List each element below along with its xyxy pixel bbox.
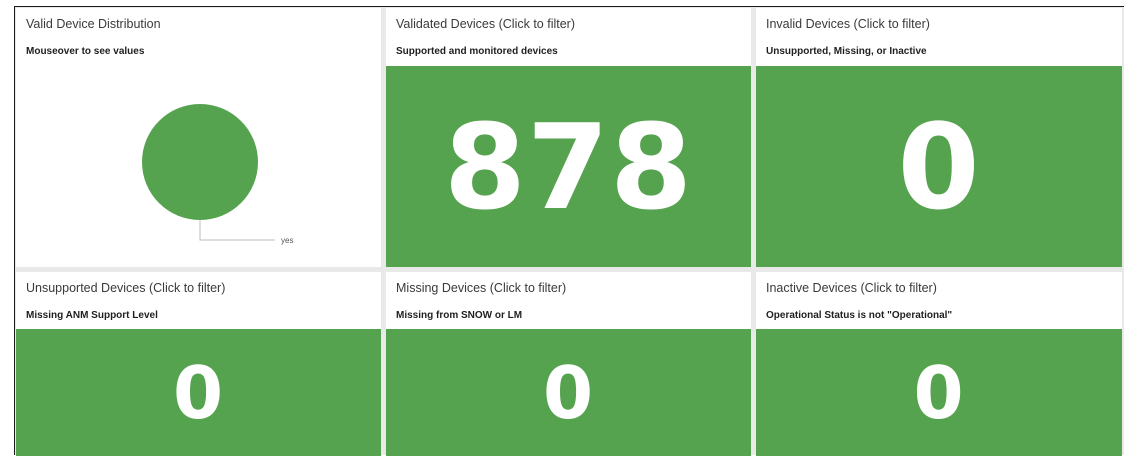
pie-chart: yes [142, 104, 293, 245]
dashboard: Valid Device Distribution Mouseover to s… [14, 6, 1124, 456]
panel-invalid-devices: Invalid Devices (Click to filter) Unsupp… [756, 8, 1122, 267]
panel-subtitle: Operational Status is not "Operational" [766, 310, 953, 321]
validated-devices-count: 878 [443, 97, 694, 236]
panel-title: Unsupported Devices (Click to filter) [26, 281, 226, 295]
panel-valid-device-distribution: Valid Device Distribution Mouseover to s… [16, 8, 381, 267]
missing-devices-tile[interactable]: 0 [386, 329, 751, 456]
panel-title: Validated Devices (Click to filter) [396, 17, 575, 31]
panel-title: Inactive Devices (Click to filter) [766, 281, 937, 295]
unsupported-devices-count: 0 [172, 350, 225, 435]
missing-devices-count: 0 [542, 350, 595, 435]
panel-subtitle: Supported and monitored devices [396, 46, 558, 57]
unsupported-devices-tile[interactable]: 0 [16, 329, 381, 456]
invalid-devices-tile[interactable]: 0 [756, 66, 1122, 267]
panel-title: Missing Devices (Click to filter) [396, 281, 567, 295]
validated-devices-tile[interactable]: 878 [386, 66, 751, 267]
panel-title: Valid Device Distribution [26, 17, 161, 31]
pie-leader-line [199, 220, 275, 241]
pie-legend-label-yes: yes [281, 236, 293, 245]
panel-subtitle: Unsupported, Missing, or Inactive [766, 46, 927, 57]
invalid-devices-count: 0 [897, 97, 981, 236]
panel-missing-devices: Missing Devices (Click to filter) Missin… [386, 272, 751, 456]
panel-unsupported-devices: Unsupported Devices (Click to filter) Mi… [16, 272, 381, 456]
inactive-devices-count: 0 [913, 350, 965, 435]
panel-title: Invalid Devices (Click to filter) [766, 17, 930, 31]
panel-inactive-devices: Inactive Devices (Click to filter) Opera… [756, 272, 1122, 456]
panel-validated-devices: Validated Devices (Click to filter) Supp… [386, 8, 751, 267]
panel-subtitle: Missing from SNOW or LM [396, 310, 523, 321]
inactive-devices-tile[interactable]: 0 [756, 329, 1122, 456]
pie-slice-yes[interactable] [142, 104, 258, 220]
panel-subtitle: Missing ANM Support Level [26, 310, 158, 321]
panel-subtitle: Mouseover to see values [26, 46, 145, 57]
